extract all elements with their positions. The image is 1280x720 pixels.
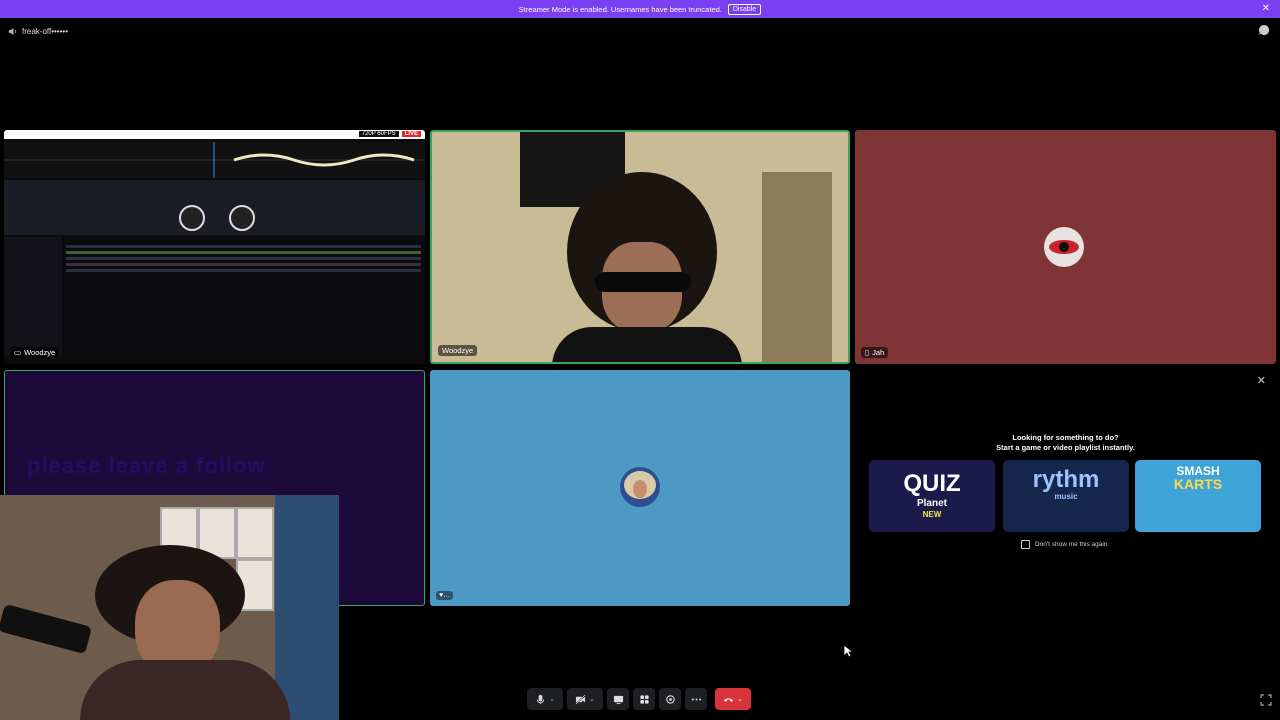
- card-title: QUIZ: [903, 470, 961, 497]
- activity-suggestion-panel: ✕ Looking for something to do? Start a g…: [855, 370, 1276, 606]
- more-options-button[interactable]: [685, 688, 707, 710]
- participant-name: Woodzye: [442, 346, 474, 355]
- screen-share-icon: ▭: [14, 348, 22, 357]
- share-screen-button[interactable]: [607, 688, 629, 710]
- streamer-mode-banner: Streamer Mode is enabled. Usernames have…: [0, 0, 1280, 18]
- participant-avatar: [620, 467, 660, 507]
- card-title: rythm: [1032, 466, 1100, 493]
- channel-header: freak-off••••••: [8, 24, 68, 38]
- card-subtitle: Planet: [916, 498, 947, 509]
- avatar-pupil-graphic: [1059, 242, 1069, 252]
- participant-name-tag: ▭ Woodzye: [10, 347, 60, 358]
- track-rows-graphic: [4, 237, 421, 357]
- disable-streamer-mode-button[interactable]: Disable: [727, 3, 762, 15]
- smash-karts-activity-card[interactable]: SMASH KARTS: [1135, 460, 1261, 532]
- soundboard-button[interactable]: [659, 688, 681, 710]
- checkbox-box[interactable]: [1021, 540, 1030, 549]
- card-subtitle: KARTS: [1173, 476, 1223, 492]
- avatar-face-graphic: [633, 480, 647, 498]
- screen-share-tile[interactable]: 720P 60FPS LIVE ▭ Woodzye: [4, 130, 425, 364]
- camera-off-icon: [575, 693, 586, 705]
- activity-close-icon[interactable]: ✕: [1257, 374, 1266, 387]
- pip-person-body: [80, 660, 290, 720]
- chevron-down-icon[interactable]: ⌄: [549, 695, 555, 703]
- microphone-button[interactable]: ⌄: [527, 688, 563, 710]
- deck-b-jogwheel: [229, 205, 255, 231]
- quiz-planet-activity-card[interactable]: QUIZ Planet NEW: [869, 460, 995, 532]
- camera-tile[interactable]: Woodzye: [430, 130, 850, 364]
- rythm-activity-card[interactable]: rythm music: [1003, 460, 1129, 532]
- participant-name-tag: Woodzye: [438, 345, 478, 356]
- hang-up-icon: [723, 697, 734, 702]
- jah-tile[interactable]: ▯ Jah: [855, 130, 1276, 364]
- pip-webcam-overlay: [0, 495, 339, 720]
- microphone-icon: [536, 694, 545, 704]
- channel-name: freak-off••••••: [22, 26, 69, 36]
- soundboard-icon: [665, 694, 675, 704]
- card-new-badge: NEW: [922, 510, 942, 519]
- participant-name: Jah: [872, 348, 885, 357]
- banner-message: Streamer Mode is enabled. Usernames have…: [518, 4, 722, 14]
- card-subtitle: music: [1054, 492, 1078, 501]
- activities-icon: [639, 694, 649, 704]
- stream-quality-badges: 720P 60FPS LIVE: [358, 131, 421, 137]
- disconnect-button[interactable]: ⌄: [715, 688, 751, 710]
- chevron-down-icon[interactable]: ⌄: [737, 695, 743, 703]
- blue-participant-tile[interactable]: ♥…: [430, 370, 850, 606]
- camera-background-door: [762, 172, 832, 362]
- jah-avatar: [1044, 227, 1084, 267]
- dj-waveform: [4, 142, 425, 178]
- more-icon: [691, 697, 701, 701]
- chat-bubble-icon[interactable]: [1258, 24, 1270, 36]
- waveform-graphic: [4, 142, 425, 178]
- activity-subtitle: Start a game or video playlist instantly…: [996, 443, 1135, 452]
- participant-name: Woodzye: [24, 348, 56, 357]
- mouse-cursor-icon: [843, 644, 853, 658]
- dj-track-list: [4, 237, 425, 357]
- resolution-badge: 720P 60FPS: [358, 131, 399, 137]
- camera-person-sunglasses: [595, 272, 691, 292]
- deck-a-jogwheel: [179, 205, 205, 231]
- activities-button[interactable]: [633, 688, 655, 710]
- dont-show-again-label: Don't show me this again.: [1035, 541, 1110, 548]
- pip-background-curtain: [275, 495, 339, 720]
- participant-name-tag: ▯ Jah: [861, 347, 889, 358]
- pip-wall-poster: [236, 507, 274, 559]
- dont-show-again-checkbox[interactable]: Don't show me this again.: [1021, 540, 1109, 549]
- activity-prompt: Looking for something to do? Start a gam…: [855, 433, 1276, 453]
- speaker-icon: [8, 27, 17, 35]
- dj-decks: [4, 180, 425, 235]
- chevron-down-icon[interactable]: ⌄: [589, 695, 595, 703]
- banner-close-icon[interactable]: ✕: [1262, 3, 1270, 14]
- mobile-icon: ▯: [865, 348, 870, 357]
- activity-title: Looking for something to do?: [1012, 433, 1119, 442]
- live-badge: LIVE: [401, 131, 421, 137]
- pip-microphone: [0, 603, 93, 655]
- fullscreen-icon[interactable]: [1260, 694, 1272, 706]
- participant-tag: ♥…: [436, 591, 454, 600]
- camera-button[interactable]: ⌄: [567, 688, 603, 710]
- camera-person-body: [552, 327, 742, 362]
- call-controls-bar: ⌄ ⌄ ⌄: [527, 687, 751, 711]
- overlay-follow-text: please leave a follow: [27, 453, 266, 478]
- screen-share-icon: [613, 695, 623, 704]
